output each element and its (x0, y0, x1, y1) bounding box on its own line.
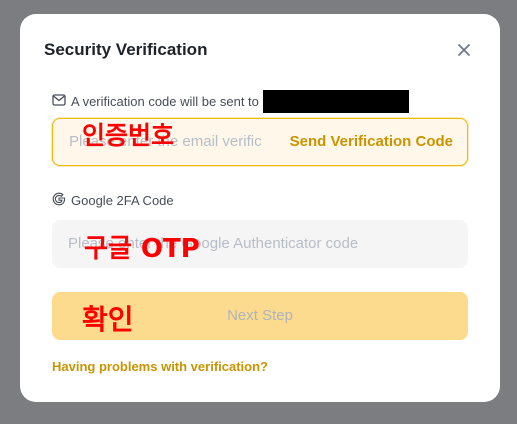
annotation-confirm: 확인 (82, 303, 134, 336)
email-label-row: A verification code will be sent to (52, 90, 409, 113)
modal-title: Security Verification (44, 40, 208, 59)
google-icon (52, 192, 71, 209)
google2fa-label: Google 2FA Code (71, 193, 174, 208)
redacted-email (262, 90, 409, 113)
annotation-otp: 구글 OTP (84, 234, 200, 264)
google2fa-label-row: Google 2FA Code (52, 192, 174, 209)
send-verification-code-button[interactable]: Send Verification Code (290, 119, 453, 165)
mail-icon (52, 94, 71, 109)
email-label: A verification code will be sent to (71, 94, 259, 109)
close-icon[interactable] (454, 40, 474, 60)
annotation-email-code: 인증번호 (82, 121, 175, 150)
verification-help-link[interactable]: Having problems with verification? (52, 359, 268, 374)
security-verification-modal: Security Verification A verification cod… (20, 14, 500, 402)
